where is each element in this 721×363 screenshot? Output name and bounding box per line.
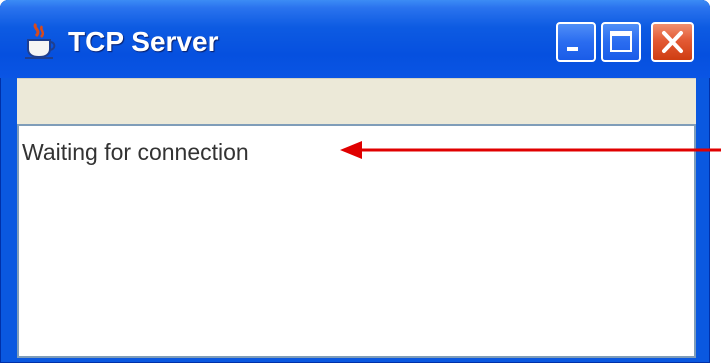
- toolbar-area: [17, 78, 696, 124]
- java-coffee-cup-icon: [25, 22, 56, 59]
- tcp-server-window: TCP Server Waiting for connection: [0, 0, 710, 363]
- title-bar[interactable]: TCP Server: [0, 0, 710, 78]
- window-title: TCP Server: [68, 26, 219, 57]
- connection-status-text: Waiting for connection: [22, 139, 249, 165]
- minimize-button[interactable]: [556, 22, 596, 62]
- maximize-icon: [610, 31, 632, 52]
- close-icon: [662, 31, 683, 53]
- annotation-arrow-icon: [340, 141, 721, 159]
- close-button[interactable]: [651, 22, 694, 62]
- minimize-icon: [567, 47, 578, 51]
- maximize-button[interactable]: [601, 22, 641, 62]
